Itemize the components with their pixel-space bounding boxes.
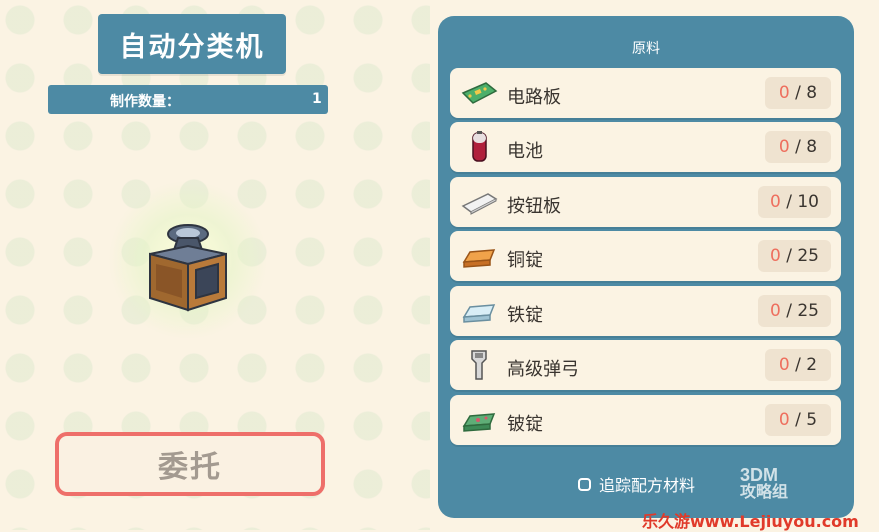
slingshot-icon bbox=[471, 350, 487, 380]
count-separator: / bbox=[789, 83, 807, 103]
material-count: 0 / 8 bbox=[765, 77, 831, 109]
material-count: 0 / 8 bbox=[765, 131, 831, 163]
need-count: 10 bbox=[797, 192, 819, 212]
material-row-iron-ingot: 铁锭 0 / 25 bbox=[450, 286, 841, 336]
material-row-circuit-board: 电路板 0 / 8 bbox=[450, 68, 841, 118]
watermark-brand: 3DM bbox=[740, 465, 779, 485]
material-row-beryllium-ingot: 铍锭 0 / 5 bbox=[450, 395, 841, 445]
circuit-board-icon bbox=[461, 82, 498, 104]
need-count: 5 bbox=[806, 410, 818, 430]
battery-icon bbox=[472, 131, 487, 162]
site-watermark: 乐久游www.Lejiuyou.com bbox=[642, 512, 859, 531]
need-count: 8 bbox=[806, 137, 818, 157]
materials-title: 原料 bbox=[632, 41, 660, 57]
count-separator: / bbox=[780, 301, 798, 321]
have-count: 0 bbox=[778, 83, 790, 103]
machine-title-text: 自动分类机 bbox=[119, 31, 265, 63]
material-count: 0 / 25 bbox=[757, 240, 831, 272]
material-name: 电路板 bbox=[507, 87, 561, 108]
material-name: 铁锭 bbox=[507, 305, 543, 326]
quantity-bar: 制作数量： 1 bbox=[48, 85, 328, 114]
track-materials-toggle[interactable]: 追踪配方材料 bbox=[578, 472, 695, 496]
have-count: 0 bbox=[769, 301, 781, 321]
quantity-label: 制作数量： bbox=[110, 94, 180, 110]
material-name: 高级弹弓 bbox=[507, 359, 579, 380]
quantity-value: 1 bbox=[312, 91, 322, 107]
material-count: 0 / 2 bbox=[765, 349, 831, 381]
material-name: 电池 bbox=[507, 141, 543, 162]
count-separator: / bbox=[780, 192, 798, 212]
button-board-icon bbox=[461, 193, 498, 215]
track-checkbox[interactable] bbox=[578, 477, 591, 491]
material-row-slingshot: 高级弹弓 0 / 2 bbox=[450, 340, 841, 390]
need-count: 25 bbox=[797, 301, 819, 321]
material-row-copper-ingot: 铜锭 0 / 25 bbox=[450, 231, 841, 281]
commission-button[interactable]: 委托 bbox=[55, 432, 325, 496]
material-name: 按钮板 bbox=[507, 196, 561, 217]
have-count: 0 bbox=[769, 246, 781, 266]
have-count: 0 bbox=[778, 355, 790, 375]
need-count: 2 bbox=[806, 355, 818, 375]
3dm-watermark: 3DM 攻略组 bbox=[740, 466, 788, 502]
material-count: 0 / 5 bbox=[765, 404, 831, 436]
have-count: 0 bbox=[778, 137, 790, 157]
iron-ingot-icon bbox=[462, 304, 496, 323]
material-name: 铜锭 bbox=[507, 250, 543, 271]
count-separator: / bbox=[789, 355, 807, 375]
watermark-brand-sub: 攻略组 bbox=[740, 484, 789, 501]
count-separator: / bbox=[780, 246, 798, 266]
have-count: 0 bbox=[769, 192, 781, 212]
auto-sorter-icon bbox=[140, 218, 236, 318]
count-separator: / bbox=[789, 410, 807, 430]
machine-title: 自动分类机 bbox=[98, 14, 286, 74]
need-count: 25 bbox=[797, 246, 819, 266]
material-count: 0 / 25 bbox=[757, 295, 831, 327]
beryllium-ingot-icon bbox=[462, 413, 496, 432]
copper-ingot-icon bbox=[462, 249, 496, 268]
have-count: 0 bbox=[778, 410, 790, 430]
material-count: 0 / 10 bbox=[757, 186, 831, 218]
material-row-battery: 电池 0 / 8 bbox=[450, 122, 841, 172]
track-label: 追踪配方材料 bbox=[599, 476, 696, 495]
materials-panel: 原料 电路板 0 / 8 电池 0 / 8 按钮板 0 / 10 铜锭 0 / … bbox=[438, 16, 854, 518]
count-separator: / bbox=[789, 137, 807, 157]
commission-label: 委托 bbox=[158, 450, 222, 485]
need-count: 8 bbox=[806, 83, 818, 103]
material-row-button-board: 按钮板 0 / 10 bbox=[450, 177, 841, 227]
material-name: 铍锭 bbox=[507, 414, 543, 435]
